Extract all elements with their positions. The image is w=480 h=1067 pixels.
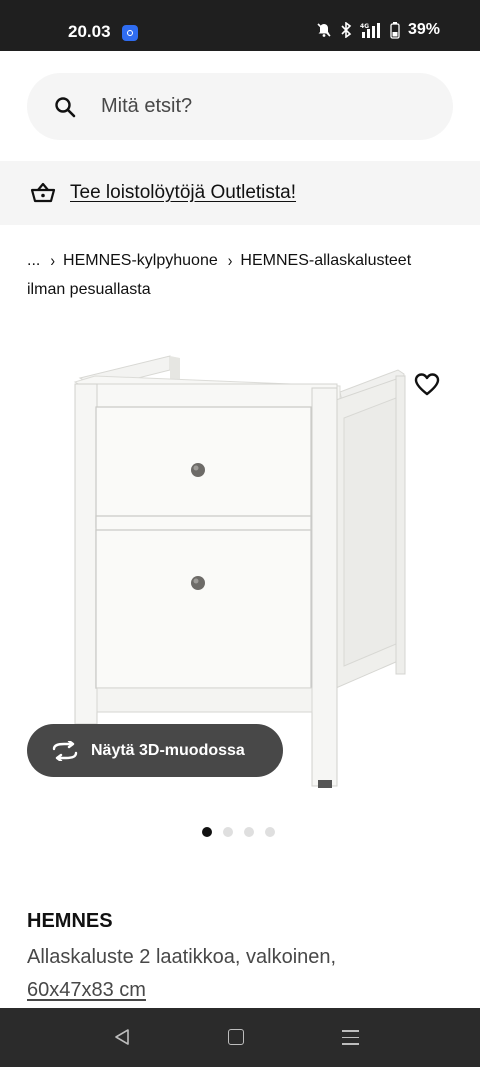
basket-icon — [30, 182, 56, 203]
home-icon[interactable] — [228, 1029, 244, 1045]
product-description: Allaskaluste 2 laatikkoa, valkoinen, 60x… — [27, 941, 457, 1007]
battery-level: 39% — [407, 21, 440, 38]
radio-app-icon — [122, 25, 138, 41]
view-3d-button[interactable]: Näytä 3D-muodossa — [27, 724, 283, 777]
carousel-dot-active[interactable] — [202, 827, 212, 837]
search-input[interactable]: Mitä etsit? — [27, 73, 453, 140]
network-type: 4G — [360, 23, 369, 30]
breadcrumb: ... › HEMNES-kylpyhuone › HEMNES-allaskalust… — [27, 246, 447, 304]
battery-icon — [390, 21, 400, 39]
mute-icon — [316, 22, 332, 38]
carousel-dot[interactable] — [223, 827, 233, 837]
status-icons: 4G 39% — [316, 21, 440, 39]
heart-icon[interactable] — [414, 372, 440, 398]
carousel-dot[interactable] — [244, 827, 254, 837]
search-placeholder: Mitä etsit? — [101, 95, 193, 117]
status-time: 20.03 — [68, 22, 111, 41]
system-nav-bar — [0, 1008, 480, 1067]
bluetooth-icon — [340, 22, 352, 38]
outlet-link[interactable]: Tee loistolöytöjä Outletista! — [70, 182, 296, 204]
view-3d-label: Näytä 3D-muodossa — [91, 741, 245, 759]
chevron-right-icon: › — [50, 250, 56, 270]
breadcrumb-ellipsis[interactable]: ... — [27, 252, 40, 269]
image-carousel-dots — [202, 827, 275, 837]
back-icon[interactable] — [113, 1028, 131, 1046]
product-name: HEMNES — [27, 910, 113, 932]
status-bar: 20.03 4G 39% — [0, 0, 480, 51]
chevron-right-icon: › — [227, 250, 233, 270]
product-description-text: Allaskaluste 2 laatikkoa, valkoinen, — [27, 946, 337, 968]
signal-icon: 4G — [360, 22, 382, 38]
carousel-dot[interactable] — [265, 827, 275, 837]
product-size-link[interactable]: 60x47x83 cm — [27, 979, 146, 1001]
rotate-3d-icon — [52, 740, 78, 761]
outlet-banner[interactable]: Tee loistolöytöjä Outletista! — [0, 161, 480, 225]
search-icon — [55, 96, 76, 117]
recent-apps-icon[interactable] — [342, 1030, 359, 1050]
breadcrumb-item[interactable]: HEMNES-kylpyhuone — [63, 252, 218, 269]
